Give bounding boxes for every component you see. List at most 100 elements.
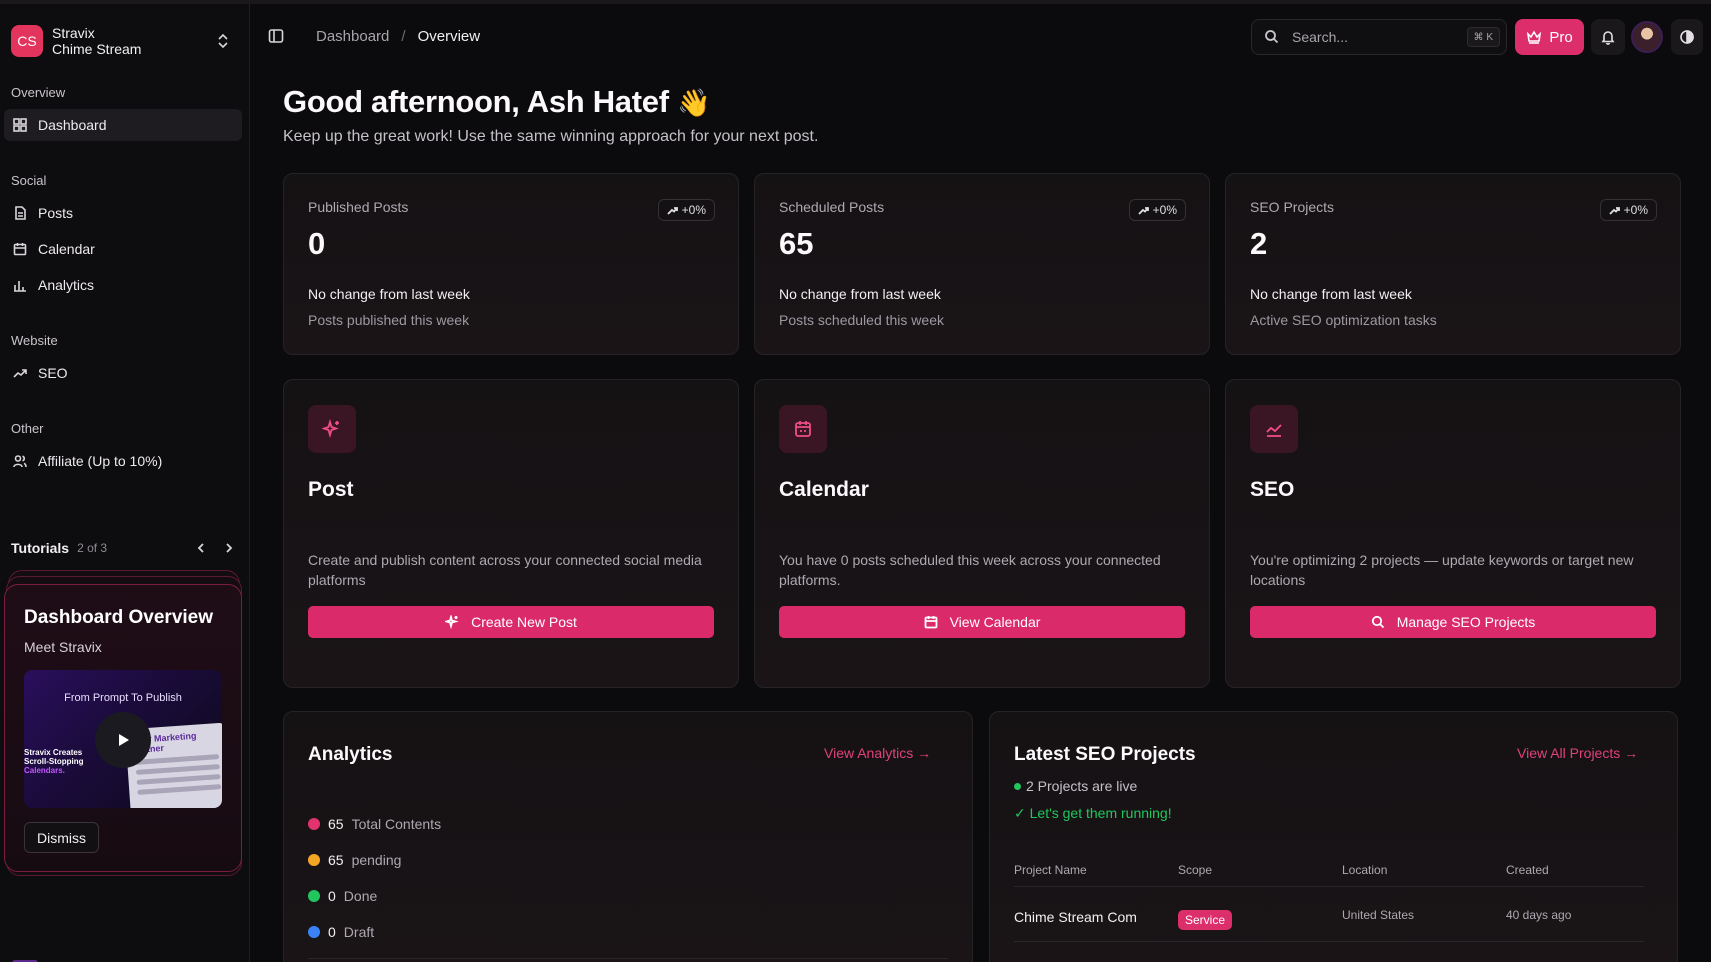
workspace-text: Stravix Chime Stream [52, 25, 141, 57]
action-card-post: Post Create and publish content across y… [283, 379, 739, 688]
card-title: Post [308, 478, 354, 501]
live-dot [1014, 782, 1021, 790]
breadcrumb: Dashboard / Overview [316, 28, 480, 45]
trend-up-icon [1138, 206, 1149, 215]
stat-note: Posts scheduled this week [779, 312, 944, 328]
column-header-scope: Scope [1178, 863, 1213, 877]
analytics-row-draft: 0 Draft [308, 924, 374, 940]
stat-value: 2 [1250, 226, 1268, 261]
column-header-created: Created [1506, 863, 1549, 877]
sparkles-icon [308, 405, 356, 453]
row-label: Total Contents [351, 816, 442, 832]
tutorials-count: 2 of 3 [77, 541, 108, 555]
created-cell: 40 days ago [1506, 908, 1572, 922]
row-count: 0 [328, 888, 336, 904]
row-label: Draft [343, 924, 375, 940]
search-shortcut: ⌘ K [1466, 27, 1500, 47]
pro-upgrade-button[interactable]: Pro [1515, 19, 1584, 55]
sidebar-toggle-button[interactable] [268, 28, 286, 46]
project-name-cell[interactable]: Chime Stream Com [1014, 909, 1137, 925]
notifications-button[interactable] [1591, 19, 1625, 55]
row-count: 65 [328, 852, 344, 868]
nav-section-other: Other [11, 421, 44, 436]
live-text: 2 Projects are live [1026, 778, 1138, 794]
stat-note: Active SEO optimization tasks [1250, 312, 1437, 328]
manage-seo-projects-button[interactable]: Manage SEO Projects [1250, 606, 1656, 638]
sidebar-item-seo[interactable]: SEO [4, 357, 242, 389]
dismiss-button[interactable]: Dismiss [24, 822, 99, 853]
create-new-post-button[interactable]: Create New Post [308, 606, 714, 638]
sidebar-item-analytics[interactable]: Analytics [4, 269, 242, 301]
row-count: 0 [328, 924, 336, 940]
trend-badge: +0% [657, 199, 715, 221]
search-input[interactable]: Search... ⌘ K [1251, 19, 1507, 55]
trend-value: +0% [1152, 203, 1177, 217]
row-label: Done [343, 888, 378, 904]
seo-projects-card: Latest SEO Projects View All Projects → … [989, 711, 1678, 962]
breadcrumb-dashboard[interactable]: Dashboard [316, 28, 389, 45]
card-title: Calendar [779, 478, 869, 501]
live-status: 2 Projects are live [1014, 778, 1137, 794]
action-card-calendar: Calendar You have 0 posts scheduled this… [754, 379, 1210, 688]
running-text: ✓ Let's get them running! [1014, 805, 1172, 821]
workspace-subtitle: Chime Stream [52, 41, 142, 57]
thumbnail-left-text: Stravix Creates Scroll-Stopping Calendar… [24, 748, 84, 775]
play-button[interactable] [95, 712, 151, 768]
sidebar-item-affiliate[interactable]: Affiliate (Up to 10%) [4, 445, 242, 477]
document-icon [12, 205, 28, 221]
bell-icon [1601, 31, 1615, 45]
view-calendar-button[interactable]: View Calendar [779, 606, 1185, 638]
sidebar-item-label: Affiliate (Up to 10%) [38, 453, 163, 469]
sidebar-item-dashboard[interactable]: Dashboard [4, 109, 242, 141]
location-cell: United States [1342, 908, 1415, 922]
search-icon [1371, 615, 1384, 629]
stat-card-scheduled: Scheduled Posts +0% 65 No change from la… [754, 173, 1210, 355]
theme-toggle-button[interactable] [1671, 19, 1703, 55]
analytics-row-done: 0 Done [308, 888, 377, 904]
trend-badge: +0% [1599, 199, 1657, 221]
thumbnail-line: Scroll-Stopping [24, 757, 84, 766]
area-chart-icon [1250, 405, 1298, 453]
action-card-seo: SEO You're optimizing 2 projects — updat… [1225, 379, 1681, 688]
status-dot [308, 854, 320, 866]
view-analytics-link[interactable]: View Analytics → [824, 745, 931, 761]
column-header-project-name: Project Name [1014, 863, 1087, 877]
crown-icon [1527, 30, 1542, 44]
search-placeholder: Search... [1292, 29, 1349, 45]
analytics-title: Analytics [308, 744, 393, 765]
sidebar: CS Stravix Chime Stream Overview Dashboa… [0, 4, 250, 962]
trend-up-icon [1609, 206, 1620, 215]
stat-value: 0 [308, 226, 326, 261]
stat-card-seo-projects: SEO Projects +0% 2 No change from last w… [1225, 173, 1681, 355]
thumbnail-panel-line [137, 784, 222, 795]
breadcrumb-overview: Overview [417, 28, 481, 45]
status-dot [308, 890, 320, 902]
stat-label: Published Posts [308, 199, 409, 215]
column-header-location: Location [1342, 863, 1388, 877]
calendar-icon [779, 405, 827, 453]
stat-label: SEO Projects [1250, 199, 1335, 215]
chevron-right-icon[interactable] [221, 540, 237, 556]
analytics-row-total: 65 Total Contents [308, 816, 441, 832]
tutorial-subtitle: Meet Stravix [24, 639, 102, 655]
sidebar-item-calendar[interactable]: Calendar [4, 233, 242, 265]
pro-label: Pro [1549, 28, 1573, 46]
search-icon [1264, 29, 1280, 45]
nav-section-website: Website [11, 333, 58, 348]
chevron-left-icon[interactable] [193, 540, 209, 556]
card-description: Create and publish content across your c… [308, 552, 702, 588]
stat-note: Posts published this week [308, 312, 470, 328]
workspace-switcher[interactable]: CS Stravix Chime Stream [11, 21, 239, 61]
card-description: You have 0 posts scheduled this week acr… [779, 552, 1161, 588]
calendar-icon [924, 616, 937, 629]
tutorial-card: Dashboard Overview Meet Stravix From Pro… [4, 584, 242, 872]
trending-up-icon [12, 365, 28, 381]
user-avatar[interactable] [1631, 21, 1663, 53]
calendar-icon [12, 241, 28, 257]
workspace-name: Stravix [52, 25, 95, 41]
sidebar-item-posts[interactable]: Posts [4, 197, 242, 229]
view-all-projects-link[interactable]: View All Projects → [1517, 745, 1638, 761]
sidebar-item-label: Posts [38, 205, 74, 221]
row-label: pending [351, 852, 402, 868]
tutorial-video-thumbnail[interactable]: From Prompt To Publish Stravix Creates S… [24, 670, 222, 808]
